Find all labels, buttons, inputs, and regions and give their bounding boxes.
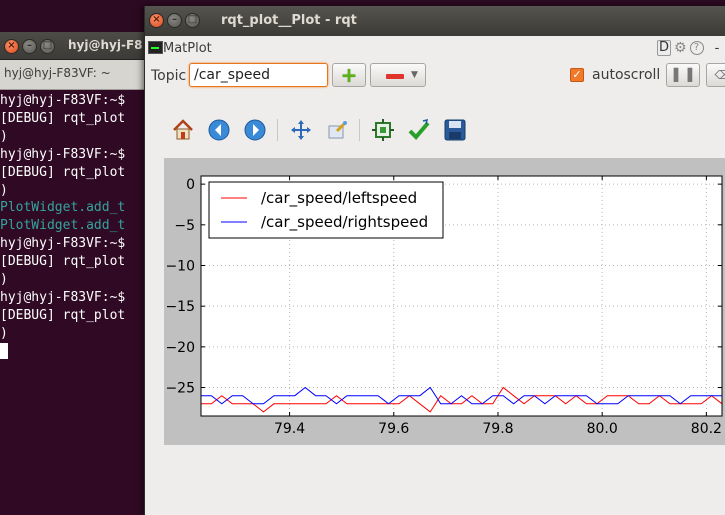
toolbar-separator: [359, 119, 360, 141]
plus-icon: +: [340, 63, 358, 87]
terminal-line: hyj@hyj-F83VF:~$: [0, 289, 126, 305]
edit-check-icon[interactable]: [405, 116, 433, 144]
subplots-icon[interactable]: [369, 116, 397, 144]
toolbar-separator: [277, 119, 278, 141]
rqt-window[interactable]: × – □ rqt_plot__Plot - rqt MatPlot D ⚙ ?…: [144, 6, 725, 515]
terminal-maximize-icon[interactable]: □: [40, 39, 55, 54]
remove-topic-button[interactable]: ▼: [370, 63, 426, 87]
terminal-line: [DEBUG] rqt_plot: [0, 110, 126, 126]
y-tick-label: −25: [165, 381, 195, 397]
terminal-line: [DEBUG] rqt_plot: [0, 164, 126, 180]
topic-label: Topic: [151, 68, 187, 84]
terminal-minimize-icon[interactable]: –: [22, 39, 37, 54]
autoscroll-checkbox[interactable]: ✓: [570, 68, 584, 82]
matplot-icon: [148, 41, 163, 54]
pause-icon: ▌▐: [673, 68, 693, 82]
terminal-line: hyj@hyj-F83VF:~$: [0, 146, 126, 162]
plot-navigation-toolbar: [165, 116, 485, 146]
terminal-line: [DEBUG] rqt_plot: [0, 307, 126, 323]
autoscroll-label: autoscroll: [592, 67, 661, 83]
close-plugin-button[interactable]: -: [715, 41, 720, 56]
terminal-tabbar: hyj@hyj-F83VF: ~: [0, 60, 160, 90]
save-icon[interactable]: [441, 116, 469, 144]
line-chart[interactable]: 79.4 79.6 79.8 80.0 80.2 0 −5 −10 −15 −20 −25/car_…: [164, 158, 725, 445]
home-icon[interactable]: [169, 116, 197, 144]
terminal-line: PlotWidget.add_t: [0, 200, 126, 216]
terminal-cursor: [0, 342, 8, 359]
x-tick-label: 80.2: [691, 421, 722, 437]
rqt-titlebar[interactable]: × – □ rqt_plot__Plot - rqt: [145, 6, 725, 36]
terminal-line: ): [0, 182, 8, 198]
rqt-title: rqt_plot__Plot - rqt: [221, 13, 357, 28]
y-tick-label: 0: [186, 177, 195, 193]
y-tick-label: −10: [165, 258, 195, 274]
plot-canvas[interactable]: 79.4 79.6 79.8 80.0 80.2 0 −5 −10 −15 −20 −25/car_…: [164, 158, 725, 445]
terminal-line: hyj@hyj-F83VF:~$: [0, 93, 126, 108]
clear-icon: ⌫: [714, 68, 725, 82]
terminal-cursor-line: [0, 342, 160, 362]
y-tick-label: −20: [165, 340, 195, 356]
add-topic-button[interactable]: +: [332, 63, 366, 87]
terminal-titlebar[interactable]: × – □ hyj@hyj-F8: [0, 32, 160, 60]
forward-arrow-icon[interactable]: [241, 116, 269, 144]
rqt-minimize-icon[interactable]: –: [167, 13, 182, 28]
x-tick-label: 80.0: [587, 421, 618, 437]
d-button[interactable]: D: [657, 40, 672, 56]
y-tick-label: −15: [165, 299, 195, 315]
x-tick-label: 79.8: [482, 421, 513, 437]
topic-row: Topic + ▼ ✓ autoscroll ▌▐ ⌫: [145, 62, 725, 90]
legend-label: /car_speed/leftspeed: [261, 189, 417, 208]
zoom-icon[interactable]: [323, 116, 351, 144]
terminal-line: ): [0, 128, 8, 144]
terminal-line: [DEBUG] rqt_plot: [0, 254, 126, 270]
help-icon[interactable]: ?: [689, 41, 704, 55]
terminal-close-icon[interactable]: ×: [4, 39, 19, 54]
terminal-line: ): [0, 325, 8, 341]
terminal-tab[interactable]: hyj@hyj-F83VF: ~: [0, 66, 111, 80]
back-arrow-icon[interactable]: [205, 116, 233, 144]
minus-icon: [386, 74, 404, 79]
legend-label: /car_speed/rightspeed: [261, 213, 428, 232]
topic-input[interactable]: [189, 63, 328, 87]
desktop: × – □ hyj@hyj-F8 hyj@hyj-F83VF: ~ hyj@hy…: [0, 0, 725, 515]
terminal-window[interactable]: × – □ hyj@hyj-F8 hyj@hyj-F83VF: ~ hyj@hy…: [0, 32, 160, 515]
window-bottom: [145, 466, 725, 515]
terminal-line: PlotWidget.add_t: [0, 218, 126, 234]
pause-button[interactable]: ▌▐: [666, 63, 700, 87]
plugin-label: MatPlot: [163, 41, 212, 56]
y-tick-label: −5: [174, 218, 195, 234]
terminal-line: ): [0, 272, 8, 288]
terminal-title: hyj@hyj-F8: [68, 38, 143, 52]
chevron-down-icon: ▼: [411, 70, 418, 80]
terminal-line: hyj@hyj-F83VF:~$: [0, 236, 126, 252]
x-tick-label: 79.6: [378, 421, 409, 437]
pan-icon[interactable]: [287, 116, 315, 144]
terminal-output[interactable]: hyj@hyj-F83VF:~$ [DEBUG] rqt_plot) hyj@hyj…: [0, 92, 160, 362]
x-tick-label: 79.4: [274, 421, 305, 437]
rqt-close-icon[interactable]: ×: [149, 13, 164, 28]
gear-icon[interactable]: ⚙: [674, 41, 687, 55]
rqt-maximize-icon[interactable]: □: [185, 13, 200, 28]
clear-button[interactable]: ⌫: [706, 63, 725, 87]
plugin-header: MatPlot D ⚙ ? -: [145, 36, 725, 60]
